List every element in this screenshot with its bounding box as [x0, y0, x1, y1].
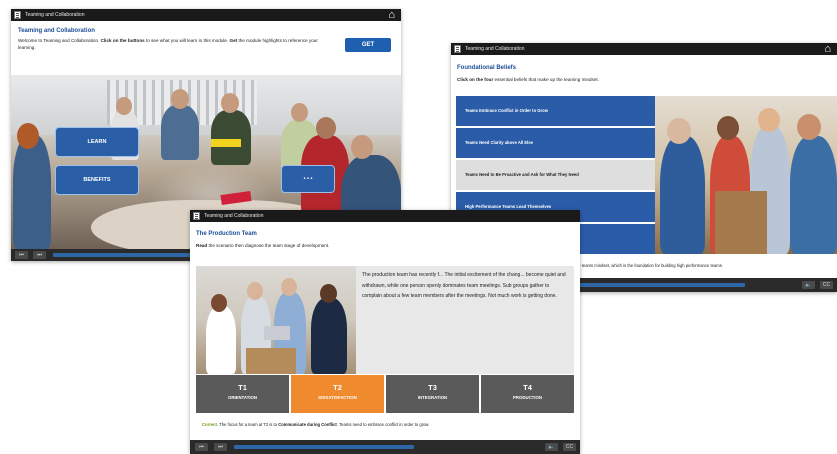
photo-person-head: [247, 282, 263, 300]
title-bar: Teaming and Collaboration ⌂: [451, 43, 837, 55]
photo-person-head: [171, 89, 189, 109]
instruction-plain: the scenario then diagnose the team stag…: [207, 243, 330, 248]
stage-label: ORIENTATION: [228, 395, 257, 400]
stage-t3-button[interactable]: T3 INTEGRATION: [386, 375, 479, 413]
progress-bar[interactable]: [53, 253, 193, 257]
benefits-button[interactable]: BENEFITS: [55, 165, 139, 195]
feedback-correct: Correct.: [202, 422, 219, 427]
window-title: Teaming and Collaboration: [204, 213, 264, 219]
home-icon[interactable]: ⌂: [388, 10, 395, 21]
feedback-text: Correct. The focus for a team at T2 is t…: [202, 422, 429, 427]
feedback-message: . Teams need to embrace conflict in orde…: [336, 422, 430, 427]
photo-person-head: [717, 116, 739, 140]
page-title: Teaming and Collaboration: [18, 28, 95, 34]
photo-box: [246, 348, 296, 374]
learn-button[interactable]: LEARN: [55, 127, 139, 157]
title-bar: Teaming and Collaboration ⌂: [11, 9, 401, 21]
volume-icon[interactable]: 🔈: [802, 281, 815, 289]
volume-icon[interactable]: 🔈: [545, 443, 558, 451]
rewind-icon[interactable]: ⏮: [15, 251, 28, 259]
instruction-text: Click on the four essential beliefs that…: [457, 77, 599, 84]
window-title: Teaming and Collaboration: [25, 12, 85, 18]
photo-person: [660, 136, 705, 254]
photo-person-head: [316, 117, 336, 139]
stage-t4-button[interactable]: T4 PRODUCTION: [481, 375, 574, 413]
photo-person-head: [667, 118, 691, 144]
photo-person-head: [291, 103, 308, 122]
title-bar: Teaming and Collaboration: [190, 210, 580, 222]
progress-bar[interactable]: [234, 445, 414, 449]
intro-text: Welcome to Teaming and Collaboration. Cl…: [18, 38, 318, 51]
volunteers-photo: [655, 96, 837, 254]
stage-code: T3: [428, 383, 437, 392]
instruction-bold: Click on the four: [457, 77, 494, 82]
photo-person-head: [797, 114, 821, 140]
feedback-message: The focus for a team at T2 is to: [218, 422, 279, 427]
stage-label: INTEGRATION: [417, 395, 448, 400]
photo-person-head: [351, 135, 373, 159]
photo-person-head: [320, 284, 337, 303]
photo-box: [715, 191, 767, 254]
photo-person-head: [116, 97, 132, 115]
rewind-icon[interactable]: ⏮: [195, 443, 208, 451]
menu-icon[interactable]: [193, 212, 200, 220]
menu-icon[interactable]: [14, 11, 21, 19]
stage-t2-button[interactable]: T2 DISSATISFACTION: [291, 375, 384, 413]
forward-icon[interactable]: ⏭: [33, 251, 46, 259]
page-title: The Production Team: [196, 231, 257, 237]
photo-person: [206, 306, 236, 374]
intro-text-part: to see what you will learn in this modul…: [144, 38, 230, 43]
scenario-text: The production team has recently f... Th…: [356, 266, 574, 374]
get-button[interactable]: GET: [345, 38, 391, 52]
intro-text-part: Welcome to Teaming and Collaboration.: [18, 38, 101, 43]
more-button[interactable]: • • •: [281, 165, 335, 193]
instruction-plain: essential beliefs that make up the teami…: [493, 77, 599, 82]
photo-person-head: [758, 108, 780, 132]
forward-icon[interactable]: ⏭: [214, 443, 227, 451]
production-team-photo: [196, 266, 356, 374]
photo-person: [211, 110, 251, 165]
page-title: Foundational Beliefs: [457, 65, 517, 71]
photo-person-head: [211, 294, 227, 312]
captions-icon[interactable]: CC: [820, 281, 833, 289]
feedback-emphasis: Communicate during Conflict: [278, 422, 337, 427]
photo-person: [311, 298, 347, 374]
instruction-text: Read the scenario then diagnose the team…: [196, 243, 329, 250]
belief-item[interactable]: Teams Need to Be Proactive and Ask for W…: [456, 160, 656, 190]
photo-person-head: [17, 123, 39, 149]
window-title: Teaming and Collaboration: [465, 46, 525, 52]
belief-item[interactable]: Teams Embrace Conflict in Order to Grow: [456, 96, 656, 126]
stage-code: T2: [333, 383, 342, 392]
photo-person-head: [281, 278, 297, 296]
stage-code: T4: [523, 383, 532, 392]
intro-text-bold: Click on the buttons: [100, 38, 145, 43]
stage-label: DISSATISFACTION: [318, 395, 357, 400]
stage-code: T1: [238, 383, 247, 392]
photo-person: [13, 135, 51, 249]
photo-folder: [211, 139, 241, 147]
instruction-bold: Read: [196, 243, 208, 248]
photo-person-head: [221, 93, 239, 113]
photo-laptop: [264, 326, 290, 340]
menu-icon[interactable]: [454, 45, 461, 53]
photo-person: [790, 136, 837, 254]
home-icon[interactable]: ⌂: [824, 44, 831, 55]
stage-label: PRODUCTION: [513, 395, 542, 400]
captions-icon[interactable]: CC: [563, 443, 576, 451]
photo-person: [161, 105, 199, 160]
production-team-window: Teaming and Collaboration The Production…: [190, 210, 580, 454]
stage-t1-button[interactable]: T1 ORIENTATION: [196, 375, 289, 413]
belief-item[interactable]: Teams Need Clarity above All Else: [456, 128, 656, 158]
player-controls: ⏮ ⏭ 🔈 CC: [190, 440, 580, 454]
